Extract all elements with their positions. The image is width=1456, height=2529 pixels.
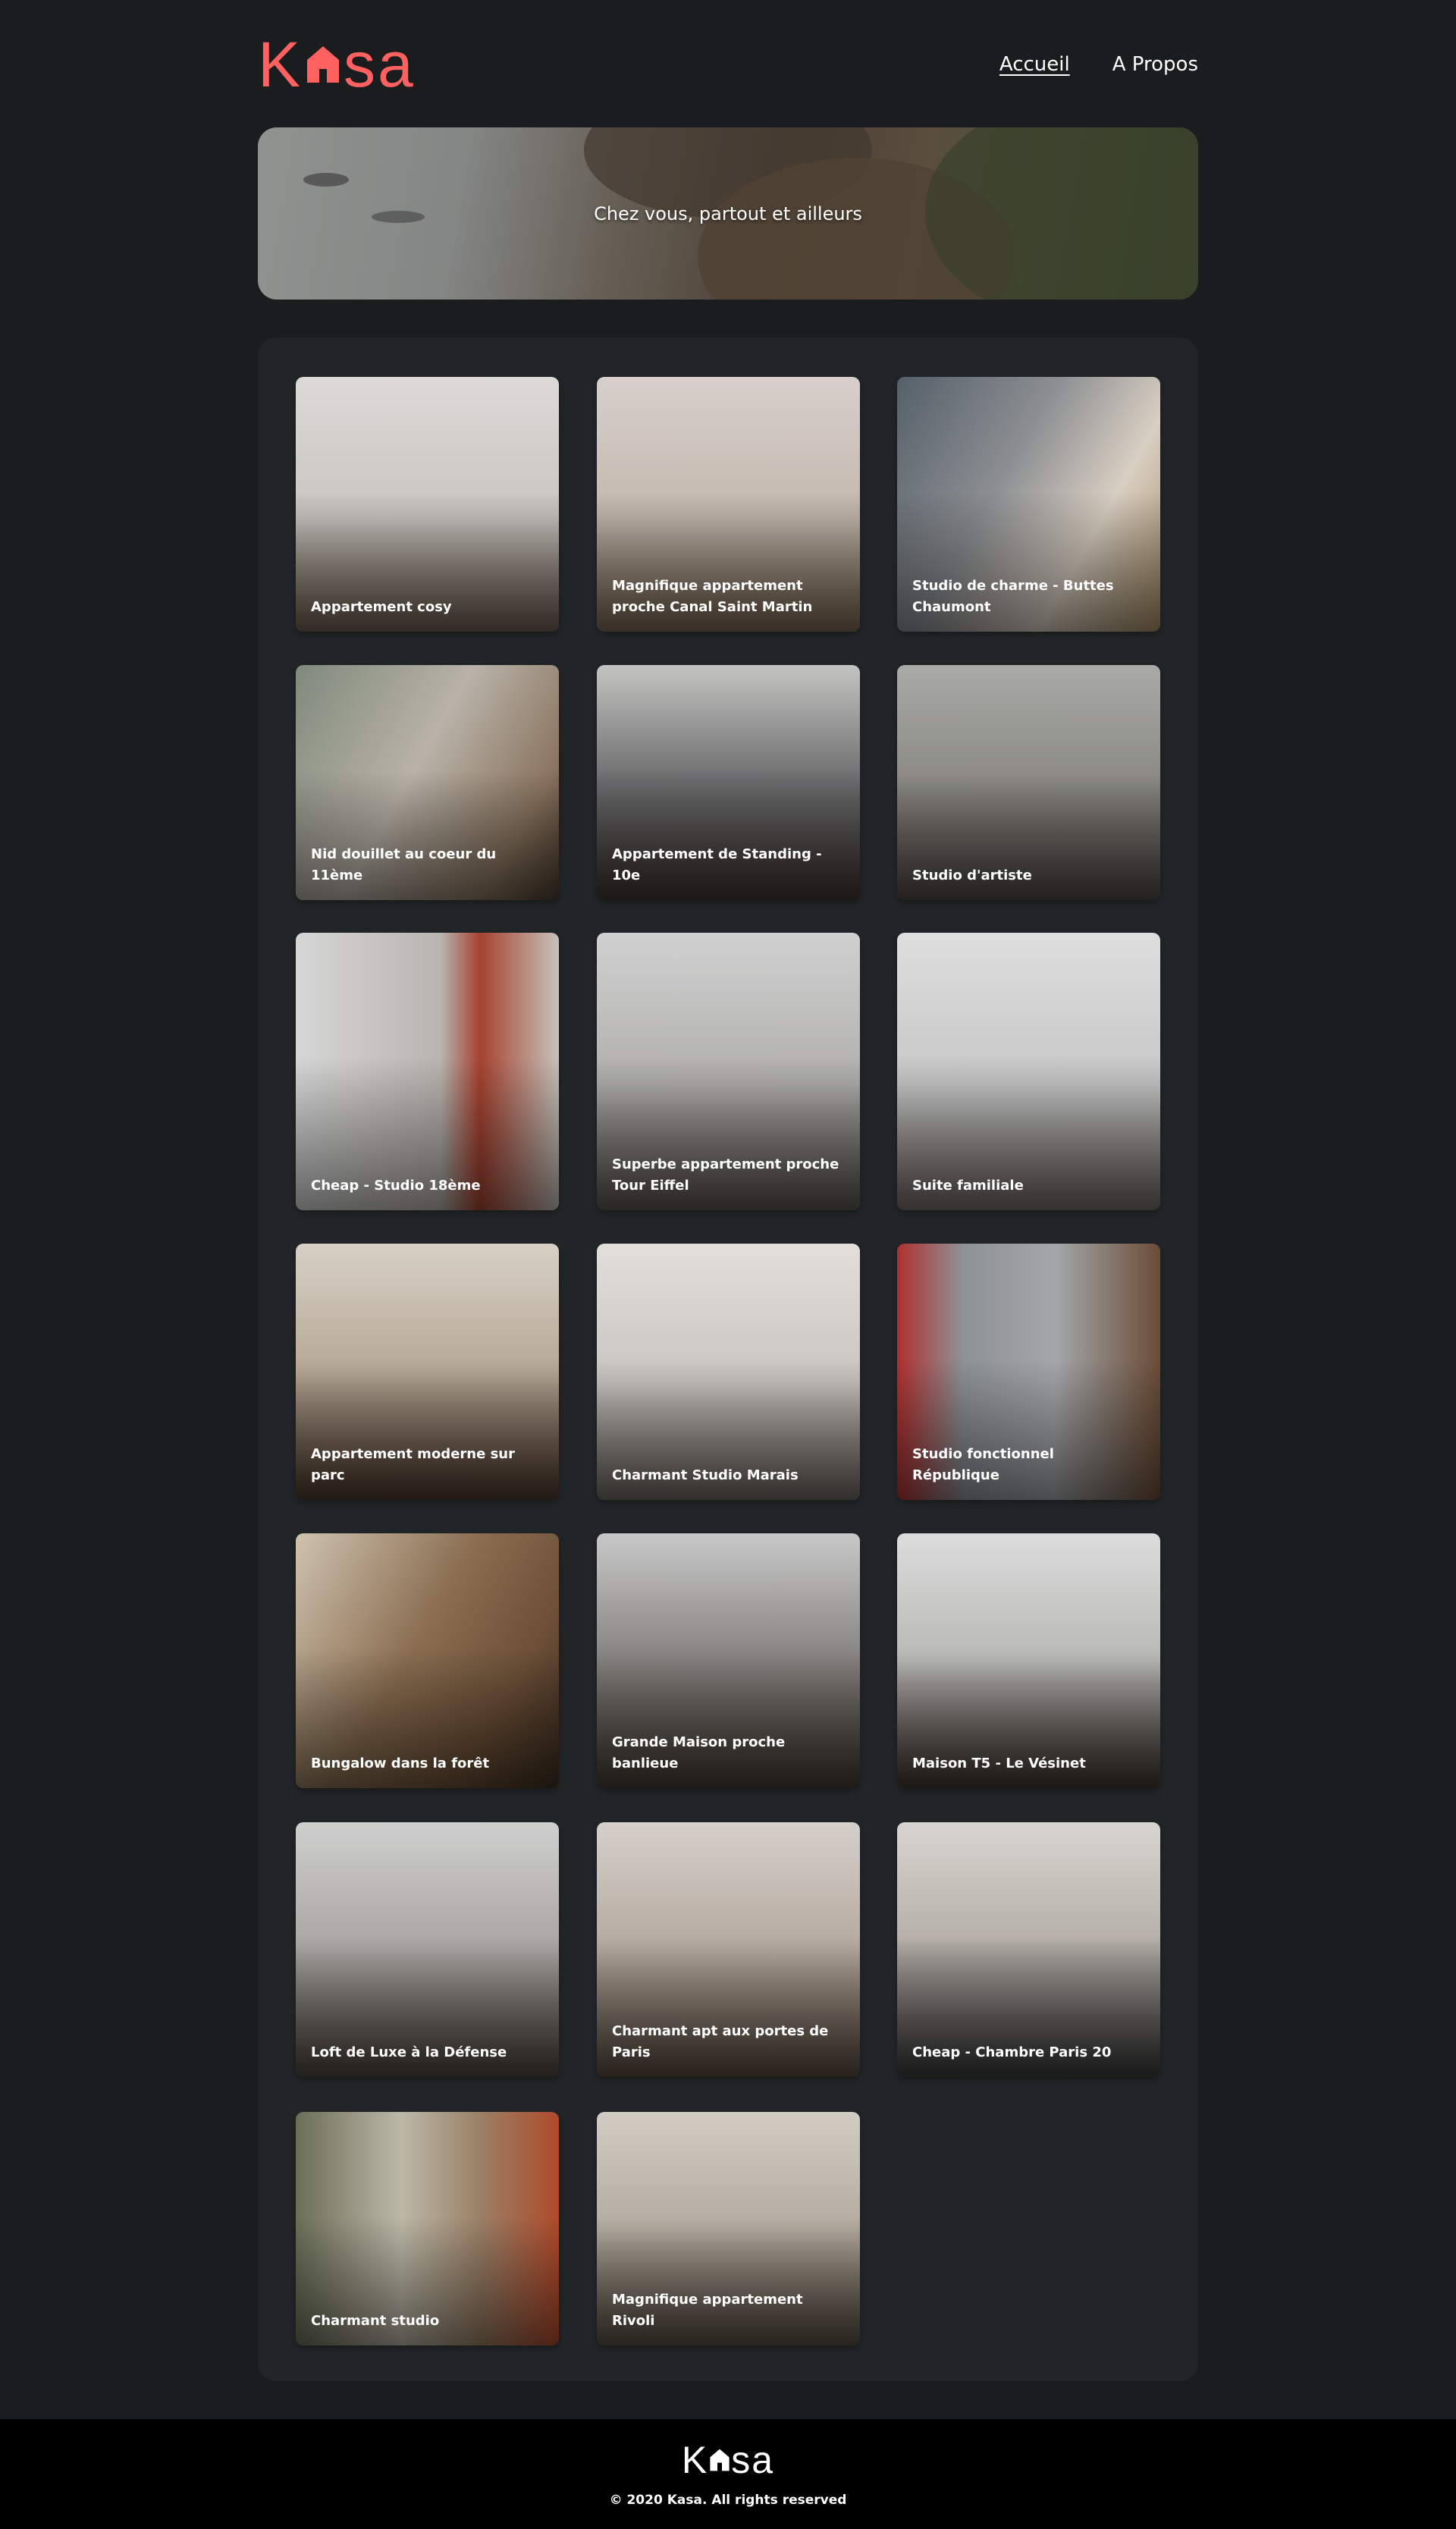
listing-title: Maison T5 - Le Vésinet bbox=[912, 1756, 1086, 1771]
nav-home-link[interactable]: Accueil bbox=[999, 53, 1070, 76]
listing-title: Appartement de Standing - 10e bbox=[612, 846, 822, 883]
listing-title: Magnifique appartement proche Canal Sain… bbox=[612, 578, 813, 615]
main-nav: Accueil A Propos bbox=[999, 53, 1198, 76]
listing-card[interactable]: Studio de charme - Buttes Chaumont bbox=[897, 377, 1160, 632]
listing-title: Charmant Studio Marais bbox=[612, 1467, 799, 1483]
site-footer: K sa © 2020 Kasa. All rights reserved bbox=[0, 2419, 1456, 2529]
listing-title: Suite familiale bbox=[912, 1178, 1024, 1194]
copyright-text: © 2020 Kasa. All rights reserved bbox=[609, 2492, 847, 2508]
listing-title: Charmant apt aux portes de Paris bbox=[612, 2023, 829, 2060]
logo-letter-k: K bbox=[258, 29, 303, 100]
listing-card[interactable]: Appartement de Standing - 10e bbox=[597, 665, 860, 900]
listing-card[interactable]: Cheap - Studio 18ème bbox=[296, 933, 559, 1210]
listing-card[interactable]: Cheap - Chambre Paris 20 bbox=[897, 1822, 1160, 2077]
listing-title: Magnifique appartement Rivoli bbox=[612, 2292, 803, 2329]
listing-card[interactable]: Magnifique appartement proche Canal Sain… bbox=[597, 377, 860, 632]
house-icon bbox=[710, 2449, 730, 2471]
listing-card[interactable]: Studio fonctionnel République bbox=[897, 1244, 1160, 1500]
listing-card[interactable]: Charmant apt aux portes de Paris bbox=[597, 1822, 860, 2077]
hero-banner: Chez vous, partout et ailleurs bbox=[258, 127, 1198, 300]
listing-card[interactable]: Studio d'artiste bbox=[897, 665, 1160, 900]
listing-card[interactable]: Bungalow dans la forêt bbox=[296, 1533, 559, 1788]
listing-card[interactable]: Grande Maison proche banlieue bbox=[597, 1533, 860, 1788]
listing-title: Studio d'artiste bbox=[912, 868, 1032, 883]
listing-title: Studio de charme - Buttes Chaumont bbox=[912, 578, 1114, 615]
banner-title: Chez vous, partout et ailleurs bbox=[594, 202, 862, 224]
listing-title: Cheap - Studio 18ème bbox=[311, 1178, 481, 1194]
listing-card[interactable]: Charmant studio bbox=[296, 2112, 559, 2345]
listing-title: Appartement cosy bbox=[311, 599, 452, 615]
footer-logo[interactable]: K sa bbox=[682, 2441, 774, 2479]
listing-title: Appartement moderne sur parc bbox=[311, 1446, 515, 1483]
listing-card[interactable]: Maison T5 - Le Vésinet bbox=[897, 1533, 1160, 1788]
listing-title: Loft de Luxe à la Défense bbox=[311, 2044, 507, 2060]
listing-title: Superbe appartement proche Tour Eiffel bbox=[612, 1156, 839, 1194]
footer-logo-letters-sa: sa bbox=[731, 2438, 775, 2481]
listings-gallery: Appartement cosy Magnifique appartement … bbox=[258, 337, 1198, 2381]
listing-card[interactable]: Appartement moderne sur parc bbox=[296, 1244, 559, 1500]
listing-card[interactable]: Suite familiale bbox=[897, 933, 1160, 1210]
footer-logo-letter-k: K bbox=[681, 2438, 709, 2481]
listing-card[interactable]: Magnifique appartement Rivoli bbox=[597, 2112, 860, 2345]
listing-title: Charmant studio bbox=[311, 2313, 440, 2329]
site-header: K sa Accueil A Propos bbox=[258, 30, 1198, 99]
listing-card[interactable]: Charmant Studio Marais bbox=[597, 1244, 860, 1500]
listing-title: Cheap - Chambre Paris 20 bbox=[912, 2044, 1112, 2060]
listing-card[interactable]: Superbe appartement proche Tour Eiffel bbox=[597, 933, 860, 1210]
house-icon bbox=[307, 46, 340, 83]
nav-about-link[interactable]: A Propos bbox=[1112, 53, 1198, 76]
listing-card[interactable]: Nid douillet au coeur du 11ème bbox=[296, 665, 559, 900]
listing-card[interactable]: Loft de Luxe à la Défense bbox=[296, 1822, 559, 2077]
listing-card[interactable]: Appartement cosy bbox=[296, 377, 559, 632]
logo-letters-sa: sa bbox=[344, 29, 416, 100]
listing-title: Bungalow dans la forêt bbox=[311, 1756, 490, 1771]
listing-title: Studio fonctionnel République bbox=[912, 1446, 1054, 1483]
listing-title: Nid douillet au coeur du 11ème bbox=[311, 846, 497, 883]
kasa-logo[interactable]: K sa bbox=[258, 33, 416, 96]
listing-title: Grande Maison proche banlieue bbox=[612, 1734, 786, 1771]
